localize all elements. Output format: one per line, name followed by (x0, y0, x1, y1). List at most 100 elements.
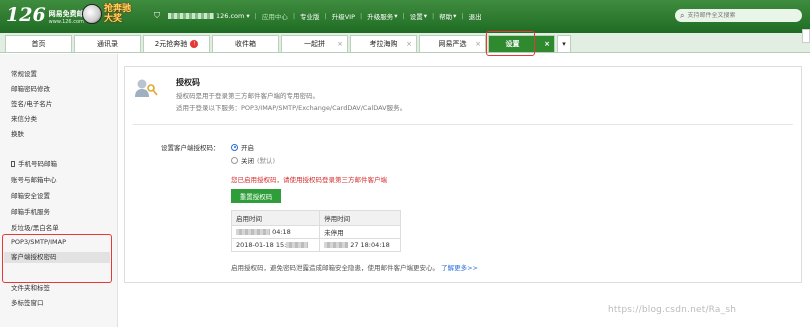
user-key-icon (135, 79, 158, 97)
separator: | (254, 12, 257, 20)
close-icon[interactable]: × (544, 40, 550, 48)
tab-yanxuan[interactable]: 网易严选 × (419, 35, 486, 52)
highlight-settings-tab (486, 31, 535, 56)
sidebar-item-antispam[interactable]: 反垃圾/黑白名单 (11, 222, 59, 232)
radio-label: 开启 (241, 144, 254, 152)
promo-banner[interactable]: 抢奔驰大奖 (82, 4, 138, 24)
link-help[interactable]: 帮助 (439, 11, 452, 21)
radio-label: 关闭 (241, 157, 254, 165)
separator: | (360, 12, 363, 20)
radio-checked-icon[interactable] (231, 143, 238, 151)
radio-note: (默认) (257, 157, 276, 165)
tab-label: 一起拼 (304, 40, 325, 48)
search-icon: ⌕ (680, 10, 685, 20)
tab-home[interactable]: 首页 (5, 35, 72, 52)
learn-more-link[interactable]: 了解更多>> (441, 264, 478, 272)
logo-number: 126 (6, 4, 46, 26)
cell-text: 27 18:04:18 (350, 241, 390, 249)
tip-text: 启用授权码，避免密码泄露造成邮箱安全隐患，使用邮件客户端更安心。 (231, 264, 439, 272)
side-scroll-button[interactable] (802, 29, 810, 43)
link-logout[interactable]: 退出 (469, 11, 482, 21)
separator: | (402, 12, 405, 20)
sidebar-item-mobile-service[interactable]: 邮箱手机服务 (11, 206, 50, 216)
tab-label: 考拉海购 (369, 40, 398, 48)
col-start-time: 启用时间 (230, 210, 321, 226)
sidebar-item-folders[interactable]: 文件夹和标签 (11, 282, 50, 292)
start-time-cell: 2018-01-18 15: (230, 238, 321, 252)
tab-label: 收件箱 (235, 40, 256, 48)
close-icon[interactable]: × (475, 40, 481, 48)
auth-description: 授权码是用于登录第三方邮件客户端的专用密码。 (176, 92, 319, 100)
user-email-suffix[interactable]: 126.com (216, 12, 244, 20)
page-title: 授权码 (176, 78, 200, 87)
link-pro-edition[interactable]: 专业版 (300, 11, 320, 21)
separator: | (292, 12, 296, 20)
sidebar-item-general[interactable]: 常规设置 (11, 68, 37, 78)
user-caret-icon[interactable]: ▾ (246, 12, 249, 20)
tab-inbox[interactable]: 收件箱 (212, 35, 279, 52)
user-icon: ⛉ (154, 11, 160, 20)
logo-line2: www.126.com (48, 19, 84, 25)
separator: | (324, 12, 327, 20)
sidebar-item-skin[interactable]: 换肤 (11, 128, 24, 138)
caret-icon: ▾ (394, 12, 398, 20)
auth-tip: 启用授权码，避免密码泄露造成邮箱安全隐患，使用邮件客户端更安心。 了解更多>> (231, 262, 478, 272)
end-time-cell: 未停用 (319, 225, 401, 239)
link-app-center[interactable]: 应用中心 (262, 11, 288, 21)
sidebar-item-password[interactable]: 邮箱密码修改 (11, 83, 50, 93)
tab-label: 2元抢奔驰 (154, 40, 188, 48)
tab-contacts[interactable]: 通讯录 (74, 35, 141, 52)
end-time-cell: 27 18:04:18 (319, 238, 401, 252)
sidebar-item-account-center[interactable]: 账号与邮箱中心 (11, 174, 57, 184)
link-upgrade-vip[interactable]: 升级VIP (332, 11, 355, 21)
search-box[interactable]: ⌕ (675, 9, 802, 22)
separator: | (431, 12, 435, 20)
settings-sidebar: 常规设置 邮箱密码修改 签名/电子名片 来信分类 换肤 手机号码邮箱 账号与邮箱… (0, 54, 118, 327)
soccer-ball-icon (82, 4, 102, 24)
top-header: 126 网易免费邮 www.126.com 抢奔驰大奖 ⛉ 126.com ▾ … (0, 0, 810, 33)
sidebar-item-label: 手机号码邮箱 (18, 160, 57, 168)
caret-icon: ▾ (453, 12, 457, 20)
close-icon[interactable]: × (406, 40, 412, 48)
chevron-down-icon: ▾ (562, 40, 566, 48)
tab-label: 首页 (31, 40, 46, 48)
link-settings[interactable]: 设置 (410, 11, 423, 21)
search-input[interactable] (687, 12, 788, 19)
promo-badge-icon: ! (190, 40, 199, 48)
tab-more-button[interactable]: ▾ (557, 35, 571, 52)
link-upgrade-service[interactable]: 升级服务 (367, 11, 393, 21)
auth-scope: 适用于登录以下服务：POP3/IMAP/SMTP/Exchange/CardDA… (176, 104, 407, 112)
masked-value (236, 229, 270, 235)
tab-yiqipin[interactable]: 一起拼 × (281, 35, 348, 52)
table-header-row: 启用时间 停用时间 (230, 210, 401, 226)
reset-auth-code-button[interactable]: 重置授权码 (231, 189, 281, 203)
radio-disable[interactable]: 关闭 (默认) (231, 155, 275, 165)
sidebar-item-signature[interactable]: 签名/电子名片 (11, 98, 52, 108)
divider (133, 124, 793, 125)
tab-bar: 首页 通讯录 2元抢奔驰 ! 收件箱 一起拼 × 考拉海购 × 网易严选 × 设… (0, 33, 810, 53)
start-time-cell: 04:18 (230, 225, 321, 239)
masked-value (286, 242, 309, 248)
mail-logo[interactable]: 126 网易免费邮 www.126.com (6, 4, 84, 26)
user-bar: ⛉ 126.com ▾ | 应用中心 | 专业版 | 升级VIP | 升级服务 … (154, 11, 482, 22)
tab-promo[interactable]: 2元抢奔驰 ! (143, 35, 210, 52)
setting-label: 设置客户端授权码： (161, 144, 220, 152)
radio-unchecked-icon[interactable] (231, 156, 238, 164)
caret-icon: ▾ (423, 12, 427, 20)
tab-kaola[interactable]: 考拉海购 × (350, 35, 417, 52)
phone-icon (11, 161, 15, 167)
close-icon[interactable]: × (337, 40, 343, 48)
radio-enable[interactable]: 开启 (231, 142, 254, 152)
sidebar-item-multitab[interactable]: 多标签窗口 (11, 297, 44, 307)
table-row: 2018-01-18 15: 27 18:04:18 (230, 238, 401, 252)
sidebar-item-security[interactable]: 邮箱安全设置 (11, 190, 50, 200)
masked-value (324, 242, 349, 248)
sidebar-item-filters[interactable]: 来信分类 (11, 113, 37, 123)
table-row: 04:18 未停用 (230, 225, 401, 239)
col-end-time: 停用时间 (319, 210, 401, 226)
tab-label: 通讯录 (97, 40, 118, 48)
sidebar-item-phone-mail[interactable]: 手机号码邮箱 (11, 158, 57, 168)
tab-label: 网易严选 (438, 40, 467, 48)
separator: | (461, 12, 464, 20)
cell-text: 2018-01-18 15: (236, 241, 287, 249)
